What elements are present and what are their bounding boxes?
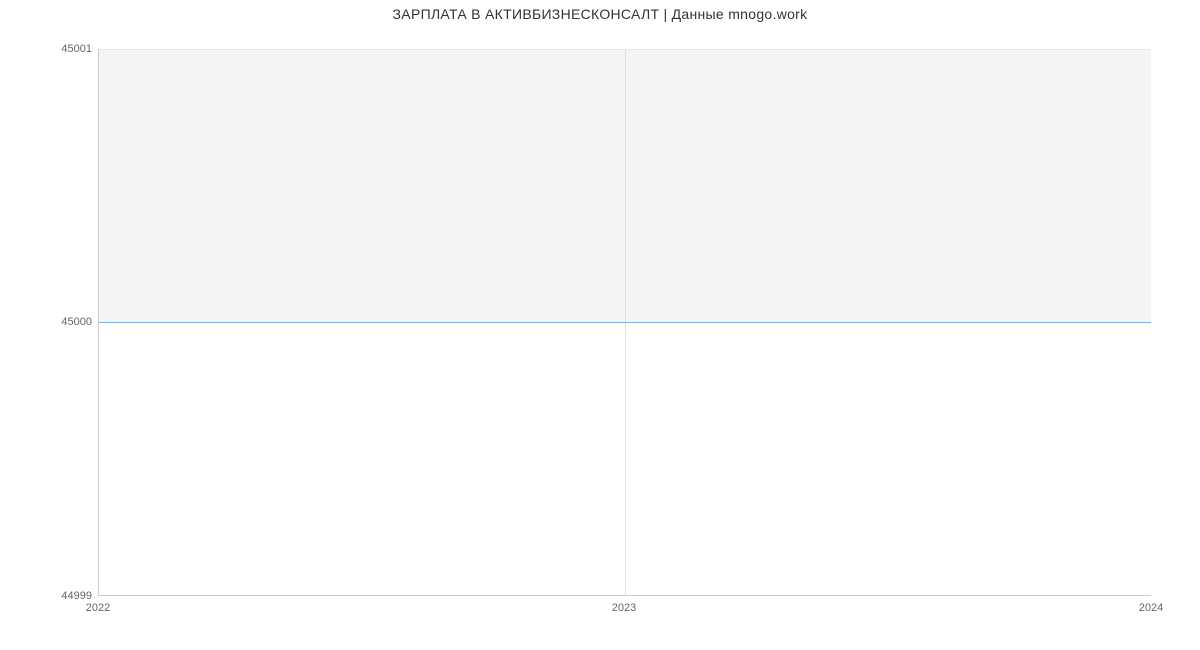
series-line — [99, 322, 1151, 323]
plot-area — [98, 49, 1151, 596]
y-tick-label: 44999 — [4, 590, 92, 602]
x-tick-label: 2022 — [86, 602, 110, 614]
y-tick-label: 45000 — [4, 316, 92, 328]
chart-title: ЗАРПЛАТА В АКТИВБИЗНЕСКОНСАЛТ | Данные m… — [0, 6, 1200, 22]
y-tick-label: 45001 — [4, 43, 92, 55]
x-tick-label: 2024 — [1139, 602, 1163, 614]
x-tick-label: 2023 — [612, 602, 636, 614]
chart-container: ЗАРПЛАТА В АКТИВБИЗНЕСКОНСАЛТ | Данные m… — [0, 0, 1200, 650]
